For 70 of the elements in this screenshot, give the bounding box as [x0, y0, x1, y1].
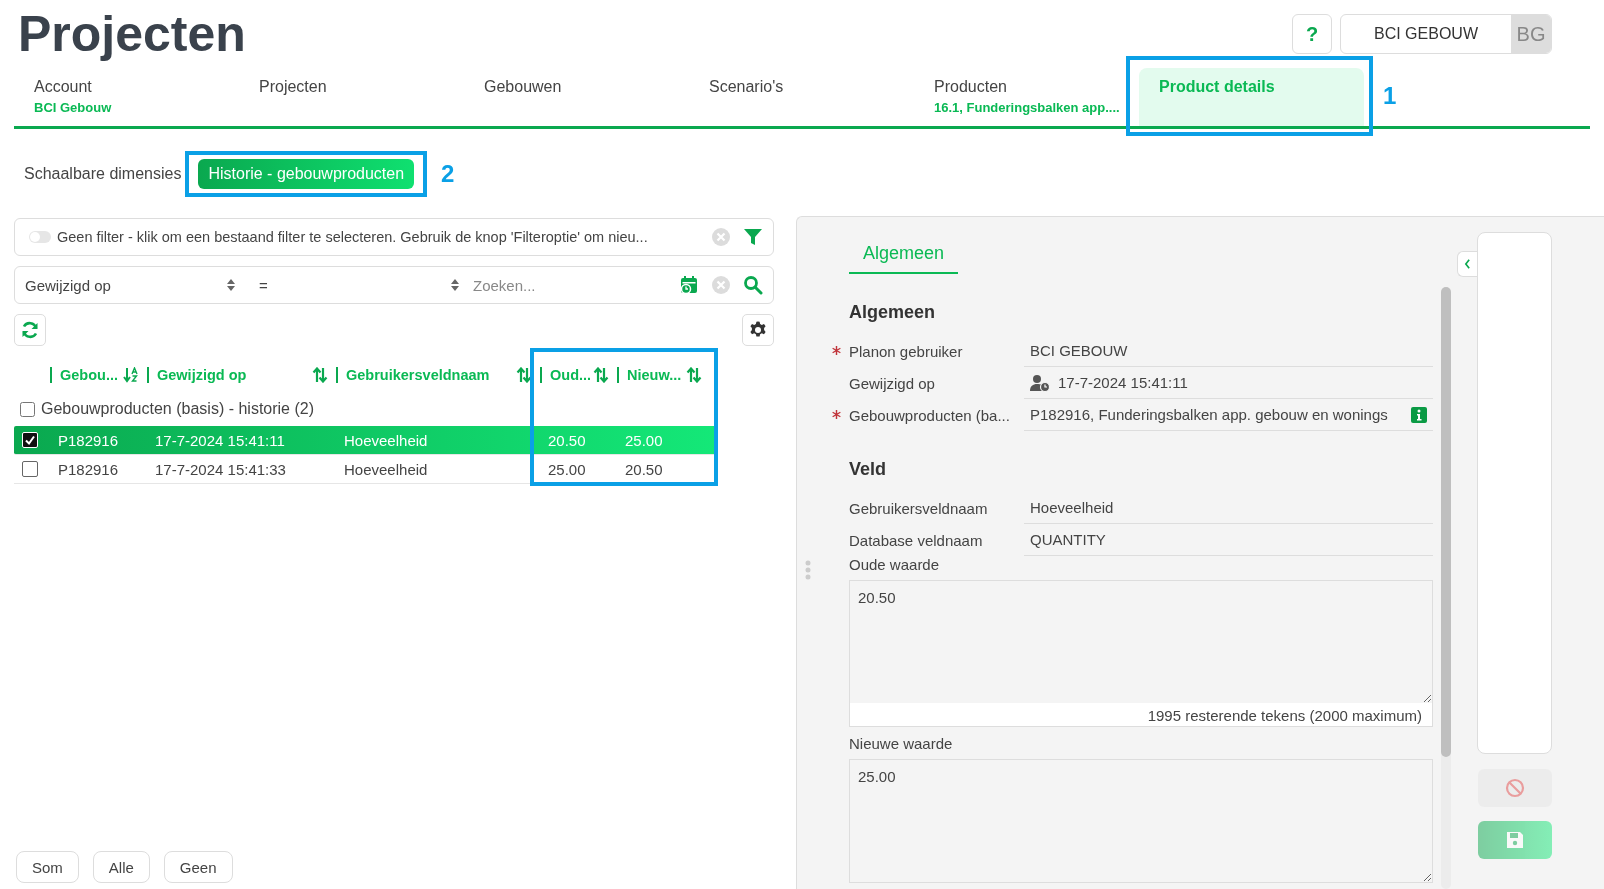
field-select[interactable]: Gewijzigd op — [25, 276, 243, 294]
sort-ascending-icon[interactable] — [123, 367, 139, 383]
character-counter: 1995 resterende tekens (2000 maximum) — [1147, 707, 1422, 724]
table-row[interactable]: P182916 17-7-2024 15:41:33 Hoeveelheid 25.00 20.50 — [14, 455, 718, 484]
updown-icon — [451, 279, 459, 291]
table-cell: 25.00 — [625, 431, 663, 449]
section-title: Algemeen — [849, 302, 937, 323]
section-title: Veld — [849, 459, 888, 480]
field-label: Gewijzigd op — [849, 374, 935, 392]
sort-icon[interactable] — [516, 367, 532, 383]
table-cell: 20.50 — [548, 431, 586, 449]
search-icon[interactable] — [743, 275, 763, 295]
drag-handle-icon[interactable] — [805, 560, 811, 580]
filter-icon[interactable] — [743, 227, 763, 247]
group-checkbox[interactable] — [20, 401, 35, 417]
settings-icon — [748, 320, 768, 340]
info-icon[interactable] — [1411, 406, 1427, 423]
table-cell: 20.50 — [625, 460, 663, 478]
nav-tab[interactable]: Producten 16.1, Funderingsbalken app.... — [914, 68, 1139, 126]
field-value: Hoeveelheid — [1030, 499, 1115, 516]
callout-number: 2 — [441, 160, 455, 188]
field-label: Gebouwproducten (ba... — [849, 406, 1010, 424]
text-area-field[interactable]: 25.00 — [849, 759, 1433, 883]
sort-icon[interactable] — [686, 367, 702, 383]
calendar-clock-icon[interactable] — [679, 275, 699, 295]
field-label: Gebruikersveldnaam — [849, 499, 988, 517]
table-cell: P182916 — [58, 460, 119, 478]
field-value: QUANTITY — [1030, 531, 1107, 548]
table-cell: 17-7-2024 15:41:33 — [155, 460, 286, 478]
search-field[interactable]: Zoeken... — [471, 275, 667, 295]
field-label: Oude waarde — [849, 556, 940, 573]
collapse-button[interactable] — [1457, 251, 1477, 277]
table-cell: Hoeveelheid — [344, 460, 428, 478]
settings-button[interactable] — [742, 314, 774, 346]
footer-button[interactable]: Geen — [163, 851, 233, 883]
field-label: Planon gebruiker — [849, 342, 963, 360]
table-cell: 25.00 — [548, 460, 586, 478]
chevron-left-icon — [1464, 259, 1471, 269]
nav-tab[interactable]: Account BCI Gebouw — [14, 68, 239, 126]
nav-tab[interactable]: Scenario's — [689, 68, 914, 126]
user-avatar: BG — [1511, 15, 1551, 53]
row-checkbox[interactable] — [22, 461, 38, 477]
nav-tab[interactable]: Projecten — [239, 68, 464, 126]
nav-tab[interactable]: Gebouwen — [464, 68, 689, 126]
field-label: Nieuwe waarde — [849, 735, 953, 752]
refresh-icon — [20, 320, 40, 340]
refresh-button[interactable] — [14, 314, 46, 346]
filter-toggle[interactable] — [29, 231, 51, 243]
updown-icon — [227, 279, 235, 291]
table-cell: Hoeveelheid — [344, 431, 428, 449]
footer-button[interactable]: Som — [16, 851, 79, 883]
page-title: Projecten — [18, 5, 246, 63]
sort-icon[interactable] — [593, 367, 609, 383]
footer-button[interactable]: Alle — [92, 851, 150, 883]
operator-select[interactable]: = — [249, 276, 465, 294]
user-menu-button[interactable]: BCI GEBOUW BG — [1340, 14, 1552, 54]
field-value: P182916, Funderingsbalken app. gebouw en wonings — [1030, 406, 1389, 423]
prohibited-icon — [1504, 778, 1525, 798]
field-label: Database veldnaam — [849, 531, 983, 549]
table-cell: P182916 — [58, 431, 119, 449]
scrollbar-thumb[interactable] — [1441, 287, 1451, 757]
callout-number: 1 — [1383, 82, 1397, 110]
group-label: Gebouwproducten (basis) - historie (2) — [41, 400, 314, 418]
text-area-field[interactable]: 20.50 1995 resterende tekens (2000 maximum) — [849, 580, 1433, 727]
field-value: 17-7-2024 15:41:11 — [1058, 374, 1189, 391]
table-cell: 17-7-2024 15:41:11 — [155, 431, 285, 449]
sort-icon[interactable] — [312, 367, 328, 383]
user-clock-icon — [1030, 373, 1050, 392]
sub-tab[interactable]: Schaalbare dimensies — [24, 161, 182, 187]
field-value: BCI GEBOUW — [1030, 342, 1129, 359]
